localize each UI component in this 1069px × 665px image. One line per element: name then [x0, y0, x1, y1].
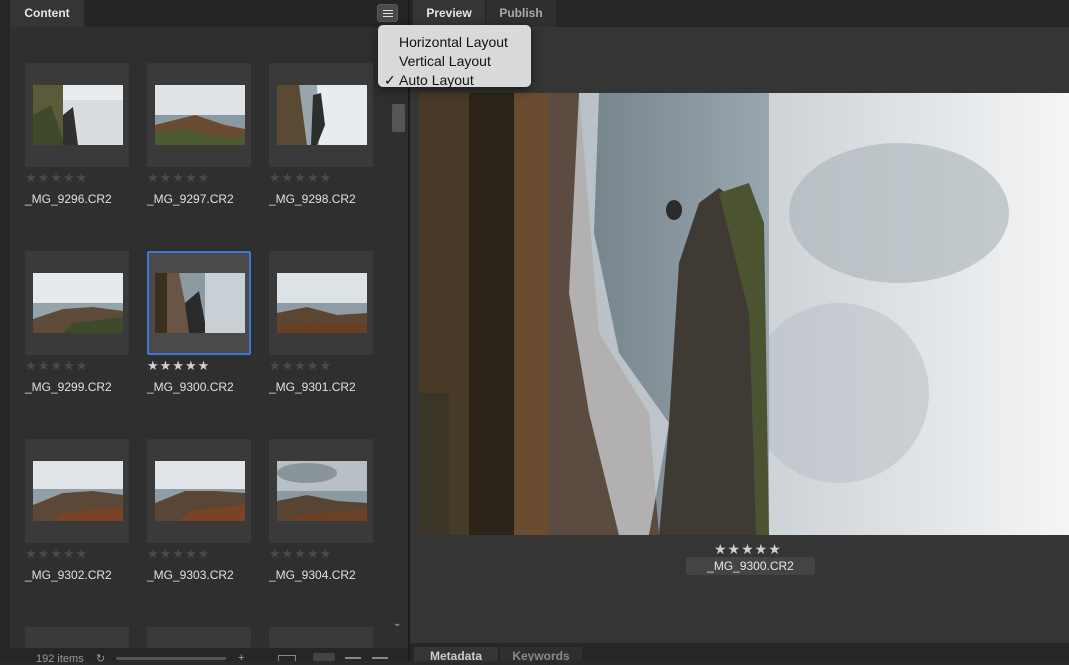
- rating-stars[interactable]: ★★★★★: [269, 547, 349, 561]
- thumbnail-filename: _MG_9300.CR2: [147, 380, 234, 394]
- thumbnail-filename: _MG_9303.CR2: [147, 568, 234, 582]
- refresh-icon[interactable]: ↻: [96, 654, 105, 665]
- tab-preview[interactable]: Preview: [413, 0, 485, 27]
- thumbnail-image: [33, 85, 123, 145]
- menu-item-horizontal-layout[interactable]: Horizontal Layout: [399, 33, 508, 52]
- tab-keywords[interactable]: Keywords: [500, 647, 582, 661]
- preview-image[interactable]: [419, 93, 1069, 535]
- items-count: 192 items: [36, 653, 84, 665]
- thumbnail-filename: _MG_9302.CR2: [25, 568, 112, 582]
- preview-rating-stars[interactable]: ★★★★★: [714, 541, 782, 558]
- tab-publish[interactable]: Publish: [486, 0, 556, 27]
- add-icon[interactable]: +: [238, 653, 244, 664]
- thumbnail-card[interactable]: [25, 627, 129, 648]
- thumbnail-filename: _MG_9304.CR2: [269, 568, 356, 582]
- rating-stars[interactable]: ★★★★★: [25, 171, 105, 185]
- thumbnail-image: [277, 85, 367, 145]
- thumbnail-filename: _MG_9301.CR2: [269, 380, 356, 394]
- thumbnail-card[interactable]: [25, 251, 129, 355]
- thumbnail-image: [277, 461, 367, 521]
- left-gutter: [0, 0, 10, 661]
- checkmark-icon: ✓: [384, 72, 396, 88]
- menu-item-vertical-layout[interactable]: Vertical Layout: [399, 52, 491, 71]
- thumbnail-size-slider[interactable]: [116, 657, 226, 660]
- layout-menu-button[interactable]: [377, 4, 398, 22]
- thumbnail-image: [277, 273, 367, 333]
- list-view-icon[interactable]: [345, 657, 361, 659]
- tab-metadata[interactable]: Metadata: [414, 647, 498, 661]
- preview-filename: _MG_9300.CR2: [686, 557, 815, 575]
- thumbnail-filename: _MG_9298.CR2: [269, 192, 356, 206]
- thumbnail-filename: _MG_9297.CR2: [147, 192, 234, 206]
- grid-view-icon[interactable]: [278, 655, 296, 661]
- thumbnail-filename: _MG_9299.CR2: [25, 380, 112, 394]
- thumbnail-card[interactable]: [147, 627, 251, 648]
- thumbnail-card[interactable]: [25, 63, 129, 167]
- thumbnail-card[interactable]: [269, 63, 373, 167]
- scroll-down-arrow-icon[interactable]: ⌄: [393, 618, 401, 629]
- thumbnail-filename: _MG_9296.CR2: [25, 192, 112, 206]
- rating-stars[interactable]: ★★★★★: [25, 359, 105, 373]
- rating-stars[interactable]: ★★★★★: [147, 171, 227, 185]
- rating-stars[interactable]: ★★★★★: [25, 547, 105, 561]
- layout-dropdown-menu: Horizontal Layout Vertical Layout Auto L…: [378, 25, 531, 90]
- rating-stars[interactable]: ★★★★★: [147, 359, 227, 373]
- rating-stars[interactable]: ★★★★★: [269, 359, 349, 373]
- rating-stars[interactable]: ★★★★★: [269, 171, 349, 185]
- hamburger-icon: [383, 10, 393, 11]
- content-footer-bar: 192 items ↻ +: [10, 648, 408, 665]
- thumbnail-card[interactable]: [147, 439, 251, 543]
- scrollbar-thumb[interactable]: [392, 104, 405, 132]
- thumbnail-card[interactable]: [25, 439, 129, 543]
- thumbnail-card[interactable]: [147, 63, 251, 167]
- thumbnail-image: [155, 85, 245, 145]
- thumbnail-card[interactable]: [269, 439, 373, 543]
- menu-item-auto-layout[interactable]: Auto Layout: [399, 71, 474, 90]
- thumbnail-image: [33, 461, 123, 521]
- rating-stars[interactable]: ★★★★★: [147, 547, 227, 561]
- content-scrollbar[interactable]: [391, 92, 405, 632]
- thumbnail-card[interactable]: [269, 251, 373, 355]
- tab-content[interactable]: Content: [10, 0, 84, 27]
- thumbnail-card-selected[interactable]: [147, 251, 251, 355]
- details-view-icon[interactable]: [372, 657, 388, 659]
- thumbnail-view-icon[interactable]: [313, 653, 335, 661]
- thumbnail-card[interactable]: [269, 627, 373, 648]
- thumbnail-image: [155, 461, 245, 521]
- thumbnail-image: [33, 273, 123, 333]
- thumbnail-image: [155, 273, 245, 333]
